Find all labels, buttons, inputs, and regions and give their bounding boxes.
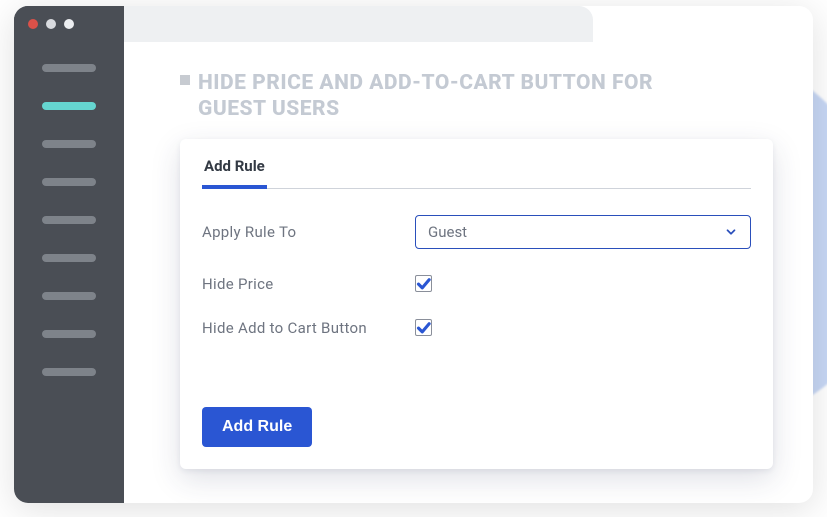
add-rule-card: Add Rule Apply Rule To Guest [180,139,773,469]
window-close-dot[interactable] [28,19,38,29]
sidebar-item[interactable] [42,330,96,338]
chevron-down-icon [724,225,738,239]
tab-row: Add Rule [202,153,751,189]
window-titlebar-blank [124,6,593,42]
sidebar-item[interactable] [42,254,96,262]
app-window: HIDE PRICE AND ADD-TO-CART BUTTON FOR GU… [14,6,813,503]
window-zoom-dot[interactable] [64,19,74,29]
window-titlebar [14,6,124,42]
sidebar [14,6,124,503]
sidebar-item-active[interactable] [42,102,96,110]
hide-price-label: Hide Price [202,275,397,293]
hide-add-to-cart-label: Hide Add to Cart Button [202,319,397,337]
add-rule-button[interactable]: Add Rule [202,407,312,447]
page-title: HIDE PRICE AND ADD-TO-CART BUTTON FOR GU… [198,70,698,123]
sidebar-item[interactable] [42,368,96,376]
check-icon [416,276,431,291]
apply-rule-to-label: Apply Rule To [202,223,397,241]
sidebar-item[interactable] [42,178,96,186]
sidebar-item[interactable] [42,292,96,300]
window-minimize-dot[interactable] [46,19,56,29]
main-area: HIDE PRICE AND ADD-TO-CART BUTTON FOR GU… [124,42,813,503]
sidebar-item[interactable] [42,216,96,224]
check-icon [416,320,431,335]
sidebar-item[interactable] [42,140,96,148]
apply-rule-to-select[interactable]: Guest [415,215,751,249]
title-bullet-icon [180,75,190,85]
hide-price-checkbox[interactable] [415,275,432,292]
sidebar-item[interactable] [42,64,96,72]
tab-add-rule[interactable]: Add Rule [202,153,267,189]
apply-rule-to-value: Guest [428,223,467,241]
hide-add-to-cart-checkbox[interactable] [415,319,432,336]
